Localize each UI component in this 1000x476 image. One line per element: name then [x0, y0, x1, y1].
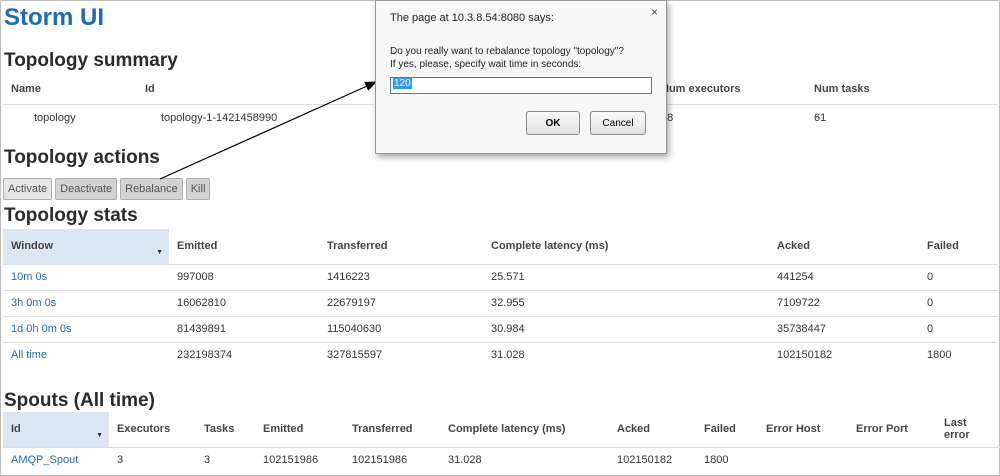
window-link-1d[interactable]: 1d 0h 0m 0s — [11, 323, 72, 335]
cell-failed: 1800 — [919, 341, 998, 368]
cell-acked: 102150182 — [769, 341, 919, 368]
spout-link-amqp[interactable]: AMQP_Spout — [11, 454, 78, 466]
dialog-message: Do you really want to rebalance topology… — [390, 45, 624, 71]
cell-transferred: 327815597 — [319, 341, 483, 368]
col-acked[interactable]: Acked — [609, 412, 696, 447]
table-row: 10m 0s 997008 1416223 25.571 441254 0 — [3, 263, 998, 290]
cell-executors: 3 — [109, 446, 196, 473]
cell-failed: 1800 — [696, 446, 758, 473]
window-link-10m[interactable]: 10m 0s — [11, 271, 47, 283]
col-window[interactable]: Window ▼ — [3, 229, 169, 264]
cell-transferred: 22679197 — [319, 289, 483, 316]
cell-acked: 35738447 — [769, 315, 919, 342]
dialog-message-line2: If yes, please, specify wait time in sec… — [390, 59, 582, 70]
cell-latency: 31.028 — [440, 446, 609, 473]
spouts-table: Id ▼ Executors Tasks Emitted Transferred … — [3, 412, 1000, 473]
col-failed[interactable]: Failed — [696, 412, 758, 447]
cell-acked: 102150182 — [609, 446, 696, 473]
wait-time-value: 120 — [393, 78, 412, 89]
cell-failed: 0 — [919, 289, 998, 316]
topology-stats-heading: Topology stats — [4, 205, 138, 226]
col-complete-latency[interactable]: Complete latency (ms) — [440, 412, 609, 447]
col-error-port[interactable]: Error Port — [848, 412, 936, 447]
cell-emitted: 81439891 — [169, 315, 319, 342]
cell-transferred: 1416223 — [319, 263, 483, 290]
window-link-all-time[interactable]: All time — [11, 349, 47, 361]
table-row: All time 232198374 327815597 31.028 1021… — [3, 341, 998, 368]
window-link-3h[interactable]: 3h 0m 0s — [11, 297, 56, 309]
cell-transferred: 102151986 — [344, 446, 440, 473]
col-last-error[interactable]: Last error — [936, 412, 1000, 447]
close-icon[interactable]: × — [651, 5, 658, 19]
dialog-title: The page at 10.3.8.54:8080 says: — [390, 12, 554, 24]
table-row: AMQP_Spout 3 3 102151986 102151986 31.02… — [3, 446, 1000, 473]
cell-emitted: 997008 — [169, 263, 319, 290]
ok-button[interactable]: OK — [526, 111, 580, 135]
cell-transferred: 115040630 — [319, 315, 483, 342]
cell-failed: 0 — [919, 315, 998, 342]
cell-last-error — [936, 446, 1000, 473]
cell-emitted: 16062810 — [169, 289, 319, 316]
cell-emitted: 102151986 — [255, 446, 344, 473]
cell-emitted: 232198374 — [169, 341, 319, 368]
cell-acked: 7109722 — [769, 289, 919, 316]
col-error-host[interactable]: Error Host — [758, 412, 848, 447]
col-spout-id[interactable]: Id ▼ — [3, 412, 109, 447]
sort-caret-icon: ▼ — [96, 431, 103, 439]
wait-time-input[interactable]: 120 — [390, 77, 652, 94]
topology-stats-table: Window ▼ Emitted Transferred Complete lat… — [3, 229, 998, 368]
rebalance-prompt-dialog: The page at 10.3.8.54:8080 says: × Do yo… — [375, 0, 667, 154]
cell-tasks: 3 — [196, 446, 255, 473]
cell-latency: 31.028 — [483, 341, 769, 368]
cell-latency: 32.955 — [483, 289, 769, 316]
col-acked[interactable]: Acked — [769, 229, 919, 264]
spouts-heading: Spouts (All time) — [4, 390, 155, 411]
cell-failed: 0 — [919, 263, 998, 290]
cancel-button[interactable]: Cancel — [590, 111, 646, 135]
col-tasks[interactable]: Tasks — [196, 412, 255, 447]
table-row: 1d 0h 0m 0s 81439891 115040630 30.984 35… — [3, 315, 998, 342]
col-emitted[interactable]: Emitted — [169, 229, 319, 264]
col-complete-latency[interactable]: Complete latency (ms) — [483, 229, 769, 264]
col-emitted[interactable]: Emitted — [255, 412, 344, 447]
sort-caret-icon: ▼ — [156, 248, 163, 256]
table-row: 3h 0m 0s 16062810 22679197 32.955 710972… — [3, 289, 998, 316]
cell-latency: 25.571 — [483, 263, 769, 290]
cell-latency: 30.984 — [483, 315, 769, 342]
col-transferred[interactable]: Transferred — [344, 412, 440, 447]
col-executors[interactable]: Executors — [109, 412, 196, 447]
col-failed[interactable]: Failed — [919, 229, 998, 264]
col-transferred[interactable]: Transferred — [319, 229, 483, 264]
dialog-message-line1: Do you really want to rebalance topology… — [390, 46, 624, 57]
cell-acked: 441254 — [769, 263, 919, 290]
cell-error-port — [848, 446, 936, 473]
cell-error-host — [758, 446, 848, 473]
